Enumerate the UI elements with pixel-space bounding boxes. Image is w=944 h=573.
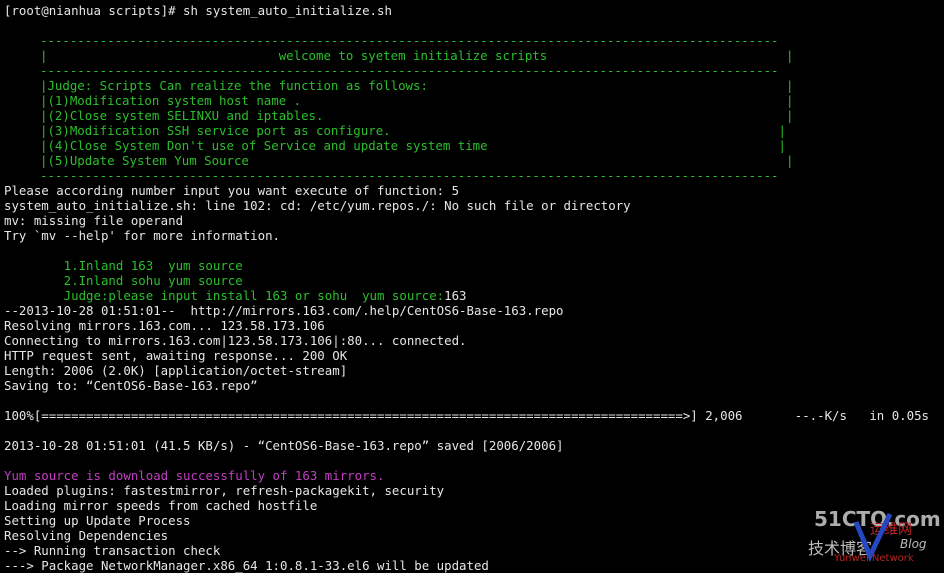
yum-line: Loaded plugins: fastestmirror, refresh-p… [4,483,445,498]
output-line: system_auto_initialize.sh: line 102: cd:… [4,198,631,213]
watermark-network: Yunwei Network [833,553,914,562]
terminal-window[interactable]: [root@nianhua scripts]# sh system_auto_i… [0,0,944,573]
yum-line: Loading mirror speeds from cached hostfi… [4,498,318,513]
watermark-logo: 51CTO.com 技术博客 运维网 Blog Yunwei Network [808,507,940,562]
banner-rule-mid: ----------------------------------------… [40,63,779,78]
menu-option-1: 1.Inland 163 yum source [4,258,243,273]
output-line: Please according number input you want e… [4,183,460,198]
wget-line: Connecting to mirrors.163.com|123.58.173… [4,333,467,348]
wget-line: Saving to: “CentOS6-Base-163.repo” [4,378,258,393]
yum-success-message: Yum source is download successfully of 1… [4,468,385,483]
download-saved: 2013-10-28 01:51:01 (41.5 KB/s) - “CentO… [4,438,564,453]
banner-rule-bottom: ----------------------------------------… [40,168,779,183]
watermark-blog: Blog [900,537,927,551]
yum-line: --> Running transaction check [4,543,221,558]
yum-line: Resolving Dependencies [4,528,169,543]
wget-line: Length: 2006 (2.0K) [application/octet-s… [4,363,348,378]
banner-item-4: |(4)Close System Don't use of Service an… [40,138,786,153]
yum-line: Setting up Update Process [4,513,191,528]
banner-judge: |Judge: Scripts Can realize the function… [40,78,794,93]
output-line: Try `mv --help' for more information. [4,228,281,243]
command-prompt: [root@nianhua scripts]# sh system_auto_i… [4,3,392,18]
menu-prompt: Judge:please input install 163 or sohu y… [4,288,467,303]
wget-line: --2013-10-28 01:51:01-- http://mirrors.1… [4,303,564,318]
menu-user-input: 163 [444,288,467,303]
output-line: mv: missing file operand [4,213,184,228]
download-progress-bar: 100%[===================================… [4,408,930,423]
wget-line: Resolving mirrors.163.com... 123.58.173.… [4,318,325,333]
menu-prompt-text: Judge:please input install 163 or sohu y… [4,288,445,303]
banner-item-5: |(5)Update System Yum Source | [40,153,794,168]
banner-item-2: |(2)Close system SELINXU and iptables. | [40,108,794,123]
wget-line: HTTP request sent, awaiting response... … [4,348,348,363]
banner-title: | welcome to syetem initialize scripts | [40,48,794,63]
banner-item-1: |(1)Modification system host name . | [40,93,794,108]
yum-line: ---> Package NetworkManager.x86_64 1:0.8… [4,558,489,573]
watermark-cn2: 运维网 [870,522,912,538]
menu-option-2: 2.Inland sohu yum source [4,273,243,288]
banner-item-3: |(3)Modification SSH service port as con… [40,123,786,138]
banner-rule-top: ----------------------------------------… [40,33,779,48]
